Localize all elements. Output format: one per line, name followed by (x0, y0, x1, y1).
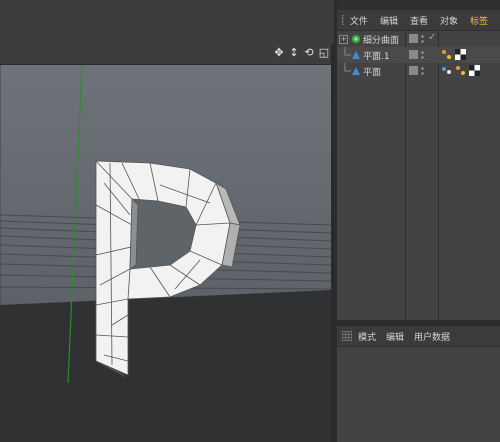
move-view-icon[interactable]: ✥ (273, 47, 285, 59)
material-tag-icon[interactable] (455, 49, 466, 60)
object-row-plane[interactable]: 平面 (337, 63, 500, 79)
menu-objects[interactable]: 对象 (440, 14, 458, 27)
visibility-toggle-icon[interactable] (409, 50, 418, 59)
editor-render-dots-icon[interactable] (421, 34, 424, 44)
maximize-view-icon[interactable]: ◱ (318, 47, 330, 59)
panel-header-gap (337, 0, 500, 10)
hierarchy-line-icon (344, 47, 351, 56)
object-manager-menubar: 文件 编辑 查看 对象 标签 (337, 10, 500, 31)
object-tree: + 细分曲面 ✓ 平面.1 平面 (337, 31, 500, 79)
subdivision-surface-icon (352, 35, 360, 43)
visibility-toggle-icon[interactable] (409, 34, 418, 43)
uvw-tag-icon[interactable] (441, 65, 452, 76)
enabled-check-icon[interactable]: ✓ (428, 32, 436, 43)
phong-tag-icon[interactable] (455, 65, 466, 76)
menu-mode[interactable]: 模式 (358, 330, 376, 343)
menu-edit[interactable]: 编辑 (386, 330, 404, 343)
menu-file[interactable]: 文件 (350, 14, 368, 27)
grip-icon[interactable] (342, 15, 344, 25)
viewport-topbar (0, 0, 334, 44)
editor-render-dots-icon[interactable] (421, 66, 424, 76)
material-tag-icon[interactable] (469, 65, 480, 76)
expand-toggle-icon[interactable]: + (339, 35, 348, 44)
attribute-manager-menubar: 模式 编辑 用户数据 (337, 326, 500, 347)
hierarchy-line-icon (344, 63, 351, 72)
attribute-manager: 模式 编辑 用户数据 (337, 326, 500, 442)
object-row-plane-1[interactable]: 平面.1 (337, 47, 500, 63)
object-name[interactable]: 平面 (363, 65, 381, 78)
viewport[interactable]: ✥ ↕ ⟲ ◱ (0, 0, 334, 442)
grip-icon[interactable] (342, 331, 352, 341)
plane-icon (352, 51, 360, 59)
object-name[interactable]: 平面.1 (363, 49, 390, 62)
menu-user-data[interactable]: 用户数据 (414, 330, 450, 343)
menu-tags[interactable]: 标签 (470, 14, 488, 27)
editor-render-dots-icon[interactable] (421, 50, 424, 60)
plane-icon (352, 67, 360, 75)
phong-tag-icon[interactable] (441, 49, 452, 60)
object-name[interactable]: 细分曲面 (363, 33, 399, 46)
object-row-subdivision-surface[interactable]: + 细分曲面 ✓ (337, 31, 500, 47)
rotate-view-icon[interactable]: ⟲ (303, 47, 315, 59)
menu-view[interactable]: 查看 (410, 14, 428, 27)
viewport-toolbar: ✥ ↕ ⟲ ◱ (0, 44, 334, 65)
object-manager: 文件 编辑 查看 对象 标签 + 细分曲面 ✓ 平面.1 平面 (337, 10, 500, 320)
viewport-nav: ✥ ↕ ⟲ ◱ (273, 47, 330, 59)
viewport-scene[interactable] (0, 65, 331, 442)
menu-edit[interactable]: 编辑 (380, 14, 398, 27)
zoom-view-icon[interactable]: ↕ (288, 47, 300, 59)
ground-plane (0, 290, 331, 442)
visibility-toggle-icon[interactable] (409, 66, 418, 75)
